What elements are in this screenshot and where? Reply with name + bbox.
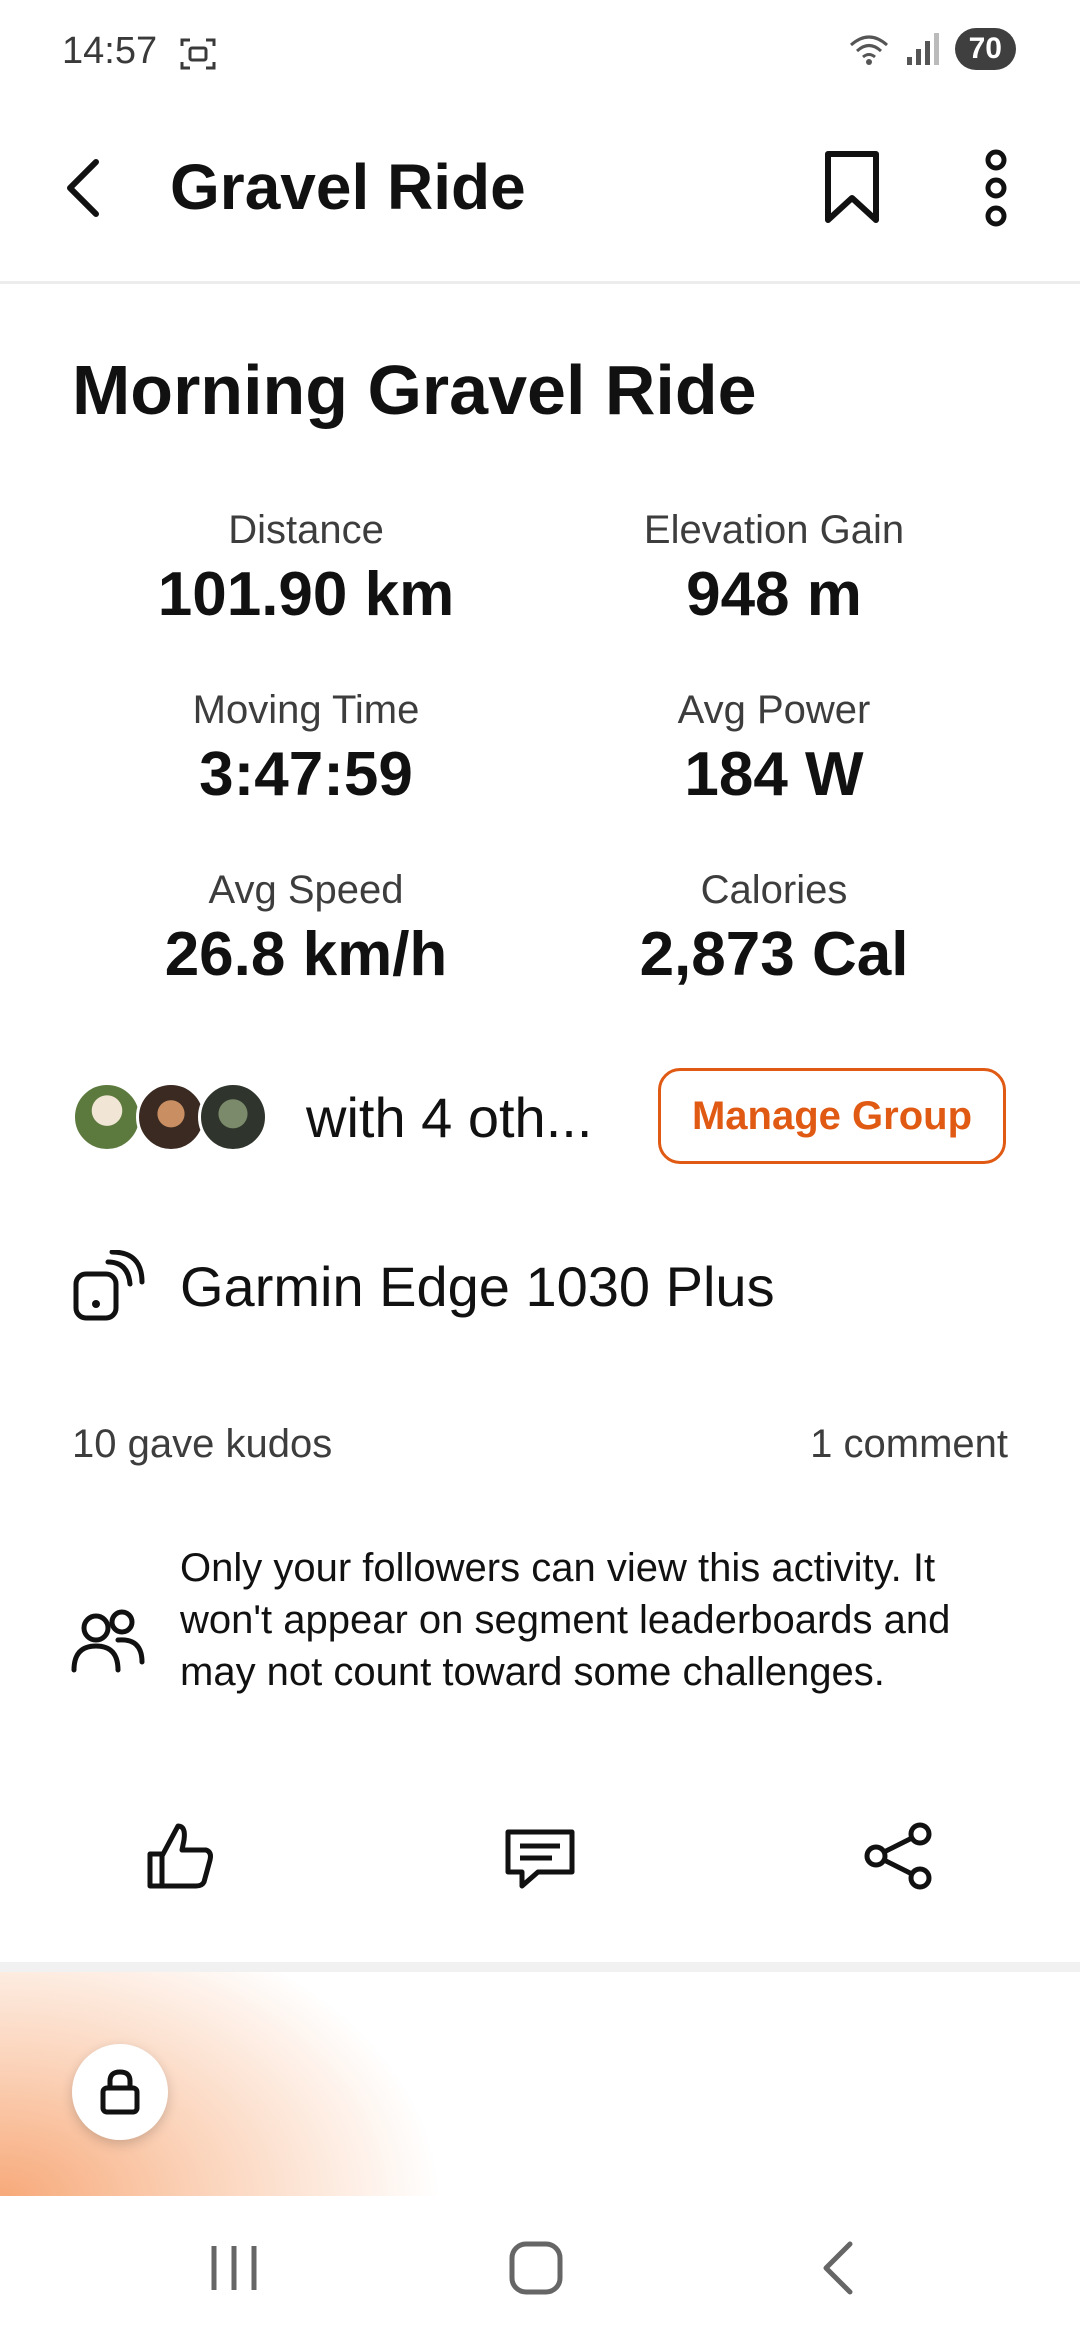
comment-icon[interactable] (502, 1826, 578, 1892)
header-divider (0, 281, 1080, 284)
stat-value: 3:47:59 (199, 740, 413, 809)
thumbs-up-icon[interactable] (144, 1820, 216, 1892)
device-name: Garmin Edge 1030 Plus (180, 1255, 775, 1318)
battery-indicator: 70 (954, 28, 1016, 70)
stat-label: Avg Power (677, 688, 871, 732)
screenshot-icon (180, 38, 216, 70)
stat-value: 101.90 km (157, 560, 455, 629)
stat-avg-speed: Avg Speed 26.8 km/h (106, 868, 506, 990)
section-divider (0, 1962, 1080, 1972)
stat-value: 948 m (686, 560, 862, 629)
stat-label: Avg Speed (208, 868, 404, 912)
home-icon[interactable] (508, 2240, 564, 2296)
bookmark-icon[interactable] (822, 150, 882, 226)
device-sync-icon (73, 1250, 145, 1321)
signal-icon (906, 33, 939, 65)
status-icons: 70 (847, 28, 1016, 70)
stat-distance: Distance 101.90 km (106, 508, 506, 630)
page-title: Gravel Ride (170, 151, 526, 223)
wifi-icon (849, 35, 888, 65)
group-members-text[interactable]: with 4 oth... (306, 1085, 592, 1150)
kudos-count[interactable]: 10 gave kudos (72, 1422, 332, 1467)
avatar (72, 1082, 142, 1152)
followers-icon (71, 1609, 145, 1673)
share-icon[interactable] (862, 1822, 934, 1890)
recent-apps-icon[interactable] (206, 2240, 262, 2296)
more-options-icon[interactable] (976, 148, 1016, 228)
back-arrow-icon[interactable] (58, 156, 108, 220)
avatar (198, 1082, 268, 1152)
stat-moving-time: Moving Time 3:47:59 (106, 688, 506, 810)
stat-value: 184 W (684, 740, 864, 809)
group-avatars[interactable] (72, 1082, 272, 1154)
avatar (136, 1082, 206, 1152)
privacy-notice: Only your followers can view this activi… (180, 1546, 951, 1694)
status-time: 14:57 (62, 30, 158, 72)
activity-title: Morning Gravel Ride (72, 351, 757, 429)
stat-value: 2,873 Cal (639, 920, 909, 989)
stat-label: Distance (228, 508, 384, 552)
stat-label: Elevation Gain (643, 508, 905, 552)
lock-button[interactable] (72, 2044, 168, 2140)
lock-icon (100, 2069, 140, 2115)
manage-group-button[interactable]: Manage Group (658, 1068, 1006, 1164)
stat-avg-power: Avg Power 184 W (574, 688, 974, 810)
stat-elevation-gain: Elevation Gain 948 m (574, 508, 974, 630)
stat-label: Moving Time (192, 688, 420, 732)
nav-back-icon[interactable] (816, 2240, 860, 2296)
stat-value: 26.8 km/h (164, 920, 448, 989)
stat-calories: Calories 2,873 Cal (574, 868, 974, 990)
stat-label: Calories (700, 868, 848, 912)
comment-count[interactable]: 1 comment (810, 1422, 1008, 1467)
